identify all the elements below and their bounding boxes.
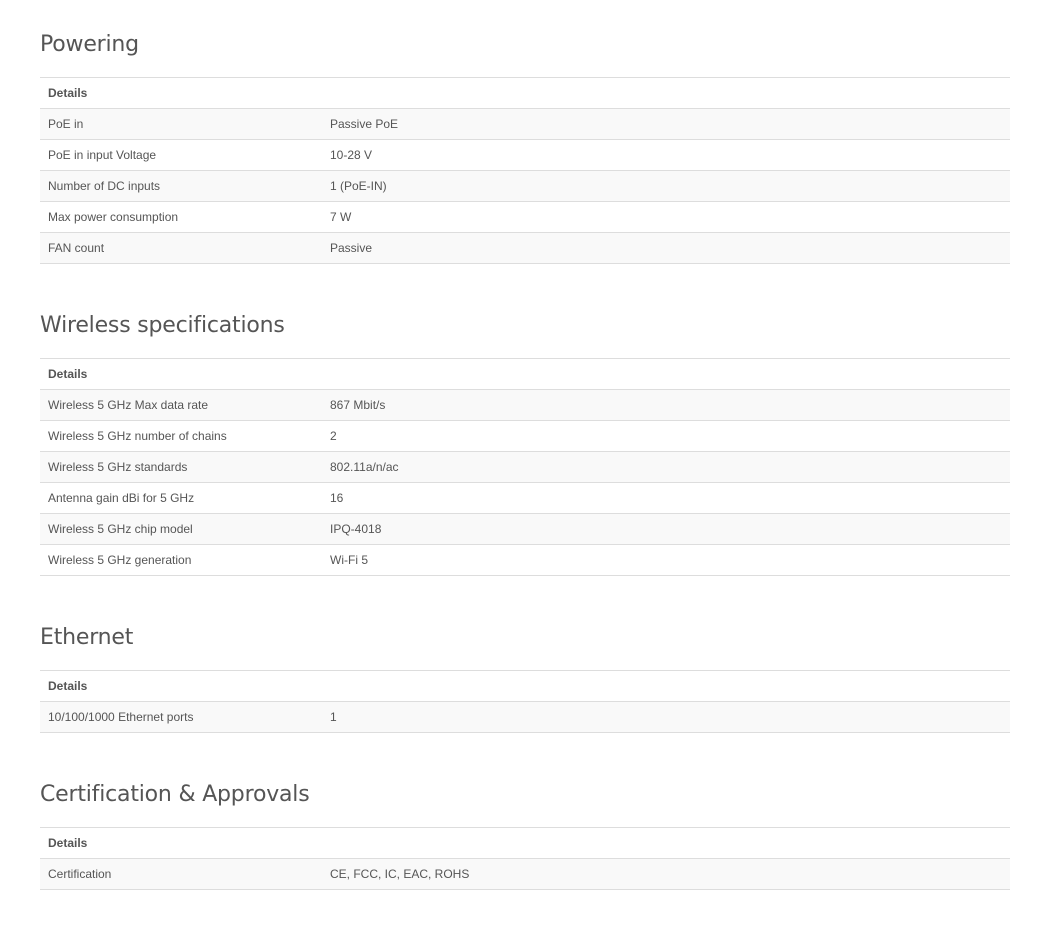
row-value: 1: [322, 701, 1010, 733]
table-header-row: Details: [40, 670, 1010, 702]
table-row: Max power consumption 7 W: [40, 201, 1010, 233]
spec-table-powering: Details PoE in Passive PoE PoE in input …: [40, 77, 1010, 264]
row-value: 867 Mbit/s: [322, 389, 1010, 421]
table-header-details: Details: [40, 77, 1010, 109]
table-row: Wireless 5 GHz Max data rate 867 Mbit/s: [40, 389, 1010, 421]
table-row: FAN count Passive: [40, 232, 1010, 264]
row-label: Wireless 5 GHz standards: [40, 451, 322, 483]
section-title-ethernet: Ethernet: [40, 625, 134, 650]
section-title-certification: Certification & Approvals: [40, 782, 310, 807]
row-value: 1 (PoE-IN): [322, 170, 1010, 202]
row-label: Certification: [40, 858, 322, 890]
table-row: Wireless 5 GHz number of chains 2: [40, 420, 1010, 452]
table-row: Wireless 5 GHz chip model IPQ-4018: [40, 513, 1010, 545]
table-header-details: Details: [40, 670, 1010, 702]
row-value: IPQ-4018: [322, 513, 1010, 545]
section-title-powering: Powering: [40, 32, 139, 57]
table-header-row: Details: [40, 358, 1010, 390]
row-label: Antenna gain dBi for 5 GHz: [40, 482, 322, 514]
row-value: 10-28 V: [322, 139, 1010, 171]
table-row: PoE in input Voltage 10-28 V: [40, 139, 1010, 171]
spec-table-certification: Details Certification CE, FCC, IC, EAC, …: [40, 827, 1010, 890]
table-row: Wireless 5 GHz standards 802.11a/n/ac: [40, 451, 1010, 483]
table-row: PoE in Passive PoE: [40, 108, 1010, 140]
row-value: CE, FCC, IC, EAC, ROHS: [322, 858, 1010, 890]
row-label: Number of DC inputs: [40, 170, 322, 202]
section-title-wireless: Wireless specifications: [40, 313, 285, 338]
table-header-row: Details: [40, 827, 1010, 859]
row-label: Wireless 5 GHz number of chains: [40, 420, 322, 452]
table-row: Certification CE, FCC, IC, EAC, ROHS: [40, 858, 1010, 890]
row-label: FAN count: [40, 232, 322, 264]
table-row: Wireless 5 GHz generation Wi-Fi 5: [40, 544, 1010, 576]
spec-table-ethernet: Details 10/100/1000 Ethernet ports 1: [40, 670, 1010, 733]
section-powering: Powering Details PoE in Passive PoE PoE …: [40, 29, 1010, 264]
row-value: Wi-Fi 5: [322, 544, 1010, 576]
row-label: PoE in input Voltage: [40, 139, 322, 171]
row-label: Max power consumption: [40, 201, 322, 233]
row-value: 2: [322, 420, 1010, 452]
row-label: Wireless 5 GHz generation: [40, 544, 322, 576]
row-label: 10/100/1000 Ethernet ports: [40, 701, 322, 733]
table-header-details: Details: [40, 827, 1010, 859]
table-header-details: Details: [40, 358, 1010, 390]
row-label: Wireless 5 GHz chip model: [40, 513, 322, 545]
table-row: Antenna gain dBi for 5 GHz 16: [40, 482, 1010, 514]
row-value: 16: [322, 482, 1010, 514]
row-value: Passive PoE: [322, 108, 1010, 140]
row-value: 802.11a/n/ac: [322, 451, 1010, 483]
spec-table-wireless: Details Wireless 5 GHz Max data rate 867…: [40, 358, 1010, 576]
row-label: Wireless 5 GHz Max data rate: [40, 389, 322, 421]
section-wireless: Wireless specifications Details Wireless…: [40, 310, 1010, 576]
table-row: Number of DC inputs 1 (PoE-IN): [40, 170, 1010, 202]
row-label: PoE in: [40, 108, 322, 140]
table-row: 10/100/1000 Ethernet ports 1: [40, 701, 1010, 733]
section-certification: Certification & Approvals Details Certif…: [40, 779, 1010, 890]
row-value: Passive: [322, 232, 1010, 264]
section-ethernet: Ethernet Details 10/100/1000 Ethernet po…: [40, 622, 1010, 733]
row-value: 7 W: [322, 201, 1010, 233]
table-header-row: Details: [40, 77, 1010, 109]
